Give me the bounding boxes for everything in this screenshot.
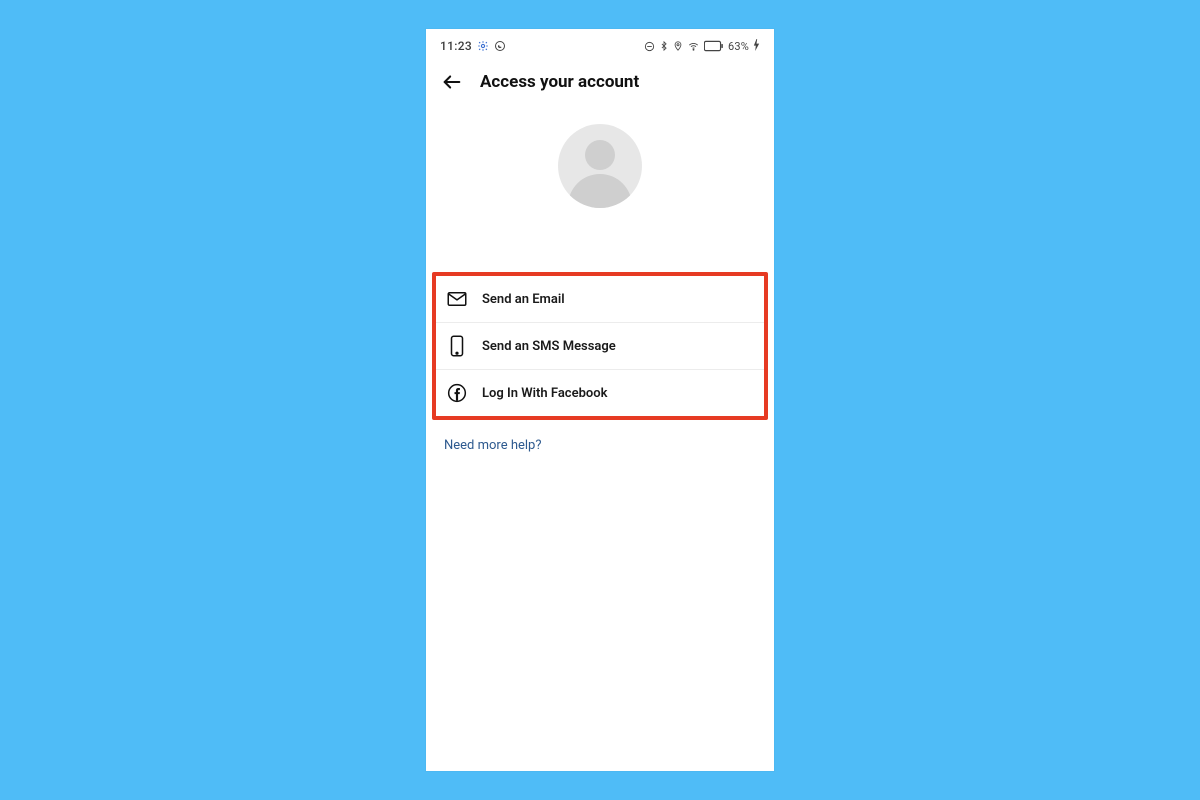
charging-icon xyxy=(753,39,760,54)
battery-percent: 63% xyxy=(728,40,749,53)
location-icon xyxy=(673,40,683,52)
phone-frame: 11:23 xyxy=(426,29,774,771)
gear-icon xyxy=(477,40,489,52)
header: Access your account xyxy=(426,60,774,102)
recovery-options-highlight: Send an Email Send an SMS Message xyxy=(432,272,768,420)
option-label: Send an Email xyxy=(482,292,565,307)
need-more-help-link[interactable]: Need more help? xyxy=(444,438,756,453)
dnd-icon xyxy=(644,41,655,52)
battery-icon xyxy=(704,40,724,52)
status-time: 11:23 xyxy=(440,39,472,53)
option-label: Send an SMS Message xyxy=(482,339,616,354)
option-label: Log In With Facebook xyxy=(482,386,607,401)
page-title: Access your account xyxy=(480,72,639,92)
option-send-sms[interactable]: Send an SMS Message xyxy=(436,323,764,370)
bluetooth-icon xyxy=(659,40,669,52)
whatsapp-icon xyxy=(494,40,506,52)
status-bar: 11:23 xyxy=(426,29,774,60)
facebook-icon xyxy=(446,382,468,404)
wifi-icon xyxy=(687,41,700,52)
avatar xyxy=(558,124,642,208)
option-send-email[interactable]: Send an Email xyxy=(436,276,764,323)
option-login-facebook[interactable]: Log In With Facebook xyxy=(436,370,764,416)
avatar-section xyxy=(426,124,774,208)
email-icon xyxy=(446,288,468,310)
phone-icon xyxy=(446,335,468,357)
back-button[interactable] xyxy=(440,70,464,94)
